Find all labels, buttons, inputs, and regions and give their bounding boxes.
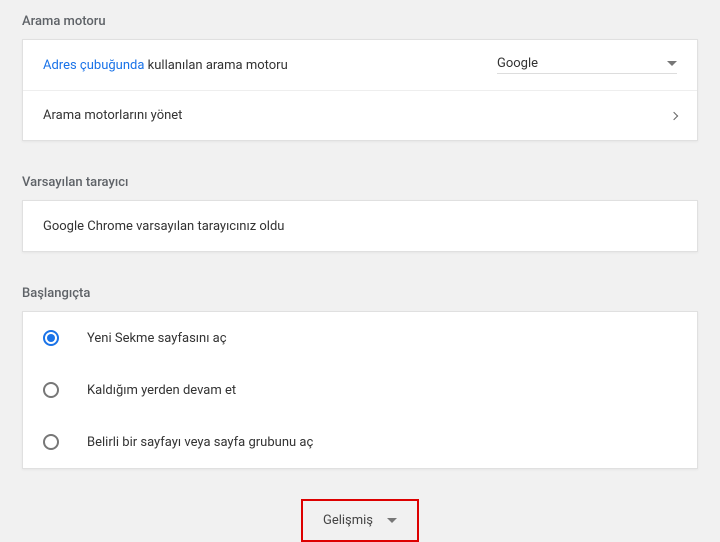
address-bar-engine-row: Adres çubuğunda kullanılan arama motoru … xyxy=(23,40,697,90)
address-bar-label-rest: kullanılan arama motoru xyxy=(144,58,287,73)
advanced-button-wrap: Gelişmiş xyxy=(0,499,720,542)
address-bar-engine-label: Adres çubuğunda kullanılan arama motoru xyxy=(43,58,497,73)
address-bar-link[interactable]: Adres çubuğunda xyxy=(43,58,144,73)
startup-option-row[interactable]: Kaldığım yerden devam et xyxy=(23,364,697,416)
startup-option-row[interactable]: Yeni Sekme sayfasını aç xyxy=(23,312,697,364)
section-title-default-browser: Varsayılan tarayıcı xyxy=(0,161,720,200)
startup-option-label: Kaldığım yerden devam et xyxy=(87,383,236,398)
search-engine-card: Adres çubuğunda kullanılan arama motoru … xyxy=(22,39,698,141)
startup-option-label: Yeni Sekme sayfasını aç xyxy=(87,331,227,346)
manage-search-engines-label: Arama motorlarını yönet xyxy=(43,108,671,123)
startup-option-label: Belirli bir sayfayı veya sayfa grubunu a… xyxy=(87,435,313,450)
default-browser-status-row: Google Chrome varsayılan tarayıcınız old… xyxy=(23,201,697,251)
default-browser-card: Google Chrome varsayılan tarayıcınız old… xyxy=(22,200,698,252)
radio-button[interactable] xyxy=(43,434,59,450)
default-browser-status-text: Google Chrome varsayılan tarayıcınız old… xyxy=(43,219,677,234)
manage-search-engines-row[interactable]: Arama motorlarını yönet xyxy=(23,90,697,140)
startup-option-row[interactable]: Belirli bir sayfayı veya sayfa grubunu a… xyxy=(23,416,697,468)
chevron-down-icon xyxy=(387,518,397,523)
section-title-on-startup: Başlangıçta xyxy=(0,272,720,311)
on-startup-card: Yeni Sekme sayfasını aç Kaldığım yerden d… xyxy=(22,311,698,469)
advanced-button[interactable]: Gelişmiş xyxy=(301,499,419,542)
search-engine-select[interactable]: Google xyxy=(497,56,677,74)
chevron-right-icon xyxy=(670,111,678,119)
advanced-button-label: Gelişmiş xyxy=(323,513,373,528)
search-engine-select-value: Google xyxy=(497,56,538,71)
section-title-search-engine: Arama motoru xyxy=(0,0,720,39)
radio-button[interactable] xyxy=(43,382,59,398)
radio-button[interactable] xyxy=(43,330,59,346)
dropdown-icon xyxy=(667,61,677,66)
